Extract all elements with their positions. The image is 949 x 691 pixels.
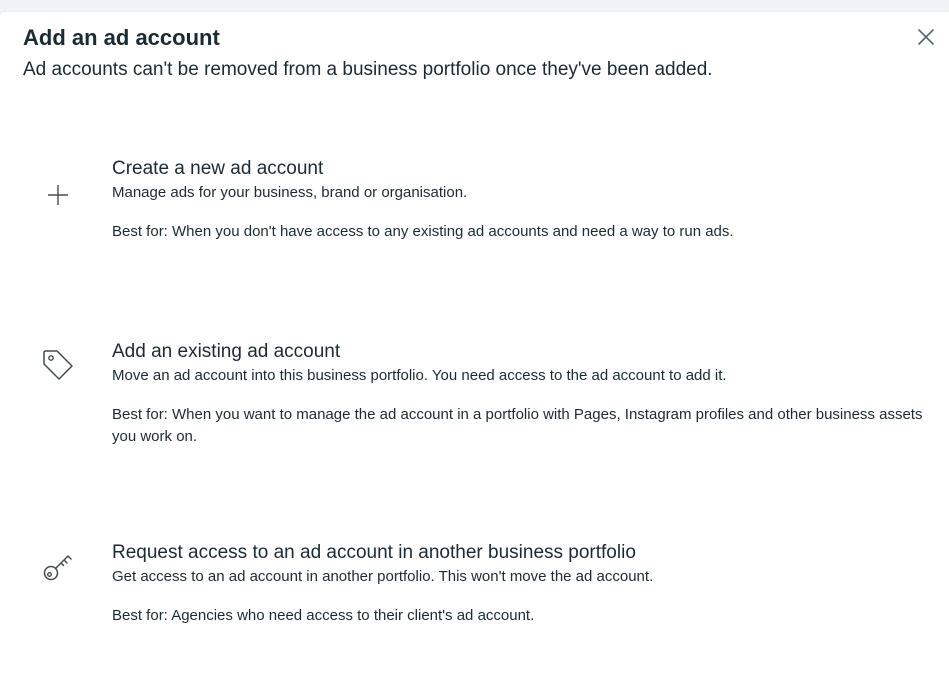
option-title: Request access to an ad account in anoth… (112, 542, 636, 563)
option-description: Get access to an ad account in another p… (112, 568, 654, 585)
option-best-for: Best for: Agencies who need access to th… (112, 607, 535, 624)
option-request-access-ad-account[interactable]: Request access to an ad account in anoth… (0, 541, 949, 651)
close-icon (918, 29, 934, 45)
option-icon-wrapper (38, 345, 78, 385)
option-best-for: Best for: When you don't have access to … (112, 223, 734, 240)
option-best-for: Best for: When you want to manage the ad… (112, 406, 923, 445)
option-icon-wrapper (38, 175, 78, 215)
plus-icon (48, 185, 68, 205)
option-title: Create a new ad account (112, 158, 324, 179)
option-description: Manage ads for your business, brand or o… (112, 184, 468, 201)
option-body: Add an existing ad account Move an ad ac… (112, 340, 939, 448)
add-ad-account-dialog: Add an ad account Ad accounts can't be r… (0, 12, 949, 691)
dialog-title: Add an ad account (23, 25, 220, 50)
tag-icon (43, 350, 73, 380)
key-icon (43, 555, 72, 581)
option-create-new-ad-account[interactable]: Create a new ad account Manage ads for y… (0, 157, 949, 267)
option-body: Request access to an ad account in anoth… (112, 541, 939, 627)
option-title: Add an existing ad account (112, 341, 341, 362)
close-button[interactable] (915, 26, 937, 48)
option-body: Create a new ad account Manage ads for y… (112, 157, 939, 243)
option-icon-wrapper (38, 546, 78, 586)
dialog-subtitle: Ad accounts can't be removed from a busi… (23, 59, 713, 80)
option-add-existing-ad-account[interactable]: Add an existing ad account Move an ad ac… (0, 340, 949, 470)
option-description: Move an ad account into this business po… (112, 367, 727, 384)
dialog-header: Add an ad account Ad accounts can't be r… (23, 24, 926, 82)
